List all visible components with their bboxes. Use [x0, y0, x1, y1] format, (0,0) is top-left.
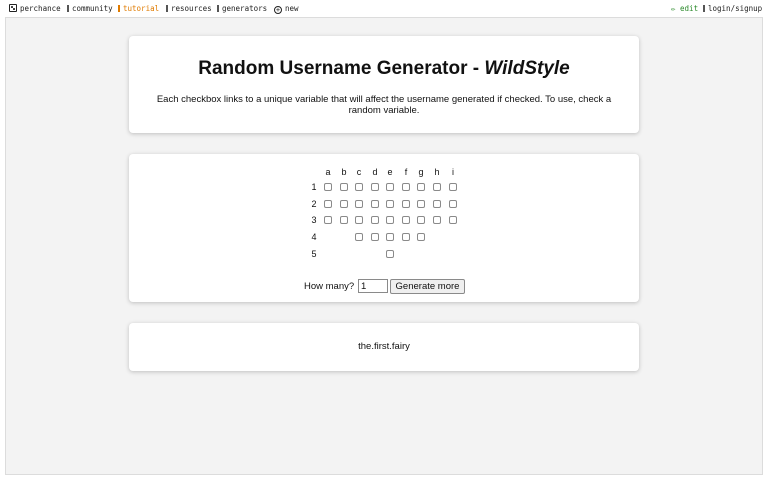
checkbox-h2[interactable]: [433, 200, 441, 208]
row-label-3: 3: [311, 215, 317, 225]
checkbox-f1[interactable]: [402, 183, 410, 191]
generated-username: the.first.fairy: [358, 341, 410, 352]
checkbox-f2[interactable]: [402, 200, 410, 208]
top-nav: perchance community tutorial resources g…: [0, 0, 768, 16]
column-label-c: c: [356, 167, 362, 177]
checkbox-g1[interactable]: [417, 183, 425, 191]
column-label-e: e: [387, 167, 393, 177]
column-label-h: h: [434, 167, 440, 177]
nav-edit[interactable]: ✏ edit: [671, 4, 698, 13]
row-label-2: 2: [311, 199, 317, 209]
nav-resources[interactable]: resources: [166, 4, 212, 13]
checkbox-i2[interactable]: [449, 200, 457, 208]
nav-login[interactable]: login/signup: [703, 4, 762, 13]
how-many-input[interactable]: [358, 279, 388, 293]
checkbox-d3[interactable]: [371, 216, 379, 224]
nav-community[interactable]: community: [67, 4, 113, 13]
checkbox-b2[interactable]: [340, 200, 348, 208]
checkbox-c3[interactable]: [355, 216, 363, 224]
checkbox-c4[interactable]: [355, 233, 363, 241]
checkbox-c1[interactable]: [355, 183, 363, 191]
column-label-f: f: [404, 167, 408, 177]
login-icon: [703, 5, 705, 12]
row-label-1: 1: [311, 182, 317, 192]
checkbox-f4[interactable]: [402, 233, 410, 241]
checkbox-e3[interactable]: [386, 216, 394, 224]
column-label-d: d: [372, 167, 378, 177]
checkbox-g3[interactable]: [417, 216, 425, 224]
checkbox-a1[interactable]: [324, 183, 332, 191]
checkbox-i3[interactable]: [449, 216, 457, 224]
checkbox-b3[interactable]: [340, 216, 348, 224]
checkbox-a2[interactable]: [324, 200, 332, 208]
row-label-4: 4: [311, 232, 317, 242]
checkbox-b1[interactable]: [340, 183, 348, 191]
brand-label: perchance: [20, 4, 61, 13]
resources-icon: [166, 5, 168, 12]
generate-more-button[interactable]: Generate more: [390, 279, 465, 294]
checkbox-e1[interactable]: [386, 183, 394, 191]
nav-generators[interactable]: generators: [217, 4, 267, 13]
checkbox-e2[interactable]: [386, 200, 394, 208]
checkbox-c2[interactable]: [355, 200, 363, 208]
title-main: Random Username Generator -: [198, 58, 485, 79]
column-label-g: g: [418, 167, 424, 177]
checkbox-d1[interactable]: [371, 183, 379, 191]
checkbox-i1[interactable]: [449, 183, 457, 191]
page-title: Random Username Generator - WildStyle: [0, 58, 768, 80]
title-emphasis: WildStyle: [484, 58, 570, 79]
tutorial-icon: [118, 5, 120, 12]
nav-new-label: new: [285, 4, 299, 13]
nav-home[interactable]: perchance: [9, 4, 61, 13]
checkbox-h1[interactable]: [433, 183, 441, 191]
dice-icon: [9, 4, 17, 12]
row-label-5: 5: [311, 249, 317, 259]
how-many-label: How many?: [304, 281, 355, 292]
description: Each checkbox links to a unique variable…: [156, 94, 612, 116]
checkbox-h3[interactable]: [433, 216, 441, 224]
nav-tutorial-label: tutorial: [123, 4, 160, 13]
column-label-i: i: [452, 167, 454, 177]
nav-login-label: login/signup: [708, 4, 763, 13]
plus-icon: +: [274, 6, 282, 14]
checkbox-d2[interactable]: [371, 200, 379, 208]
nav-new[interactable]: + new: [274, 4, 299, 14]
checkbox-e5[interactable]: [386, 250, 394, 258]
checkbox-d4[interactable]: [371, 233, 379, 241]
column-label-b: b: [341, 167, 347, 177]
checkbox-e4[interactable]: [386, 233, 394, 241]
nav-resources-label: resources: [171, 4, 212, 13]
checkbox-a3[interactable]: [324, 216, 332, 224]
nav-generators-label: generators: [222, 4, 268, 13]
nav-community-label: community: [72, 4, 113, 13]
nav-tutorial[interactable]: tutorial: [118, 4, 159, 13]
column-label-a: a: [325, 167, 331, 177]
checkbox-g4[interactable]: [417, 233, 425, 241]
checkbox-g2[interactable]: [417, 200, 425, 208]
checkbox-f3[interactable]: [402, 216, 410, 224]
community-icon: [67, 5, 69, 12]
generators-icon: [217, 5, 219, 12]
title-card: [129, 36, 639, 133]
